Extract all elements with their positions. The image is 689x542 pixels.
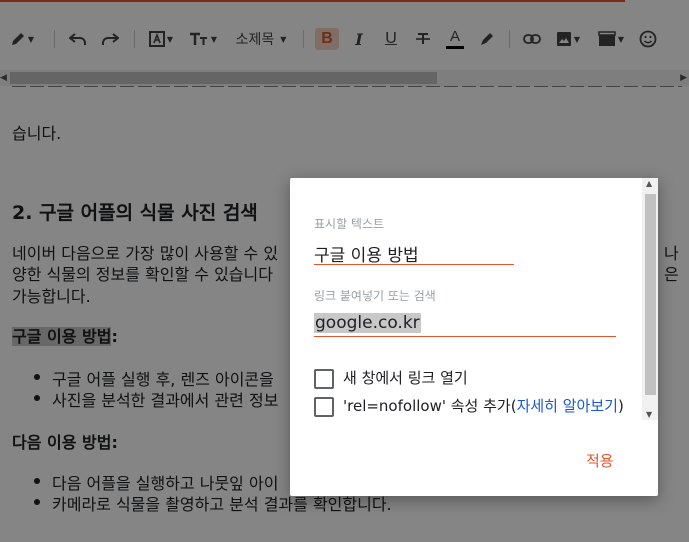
learn-more-link[interactable]: 자세히 알아보기 xyxy=(517,397,618,415)
url-underline xyxy=(314,336,616,337)
display-text-input[interactable]: 구글 이용 방법 xyxy=(314,241,419,266)
new-window-checkbox[interactable] xyxy=(314,369,334,389)
url-value: google.co.kr xyxy=(314,313,421,333)
new-window-label[interactable]: 새 창에서 링크 열기 xyxy=(343,367,468,388)
url-label: 링크 붙여넣기 또는 검색 xyxy=(314,289,436,303)
link-dialog: 표시할 텍스트 구글 이용 방법 링크 붙여넣기 또는 검색 google.co… xyxy=(290,178,658,496)
display-text-underline xyxy=(314,264,514,265)
url-input[interactable]: google.co.kr xyxy=(314,313,421,333)
scroll-up-arrow-icon[interactable]: ▲ xyxy=(646,179,652,188)
scroll-down-arrow-icon[interactable]: ▼ xyxy=(646,410,652,419)
display-text-label: 표시할 텍스트 xyxy=(314,217,385,231)
dialog-scrollbar-thumb[interactable] xyxy=(645,194,656,395)
nofollow-label[interactable]: 'rel=nofollow' 속성 추가(자세히 알아보기) xyxy=(343,395,624,416)
dialog-scrollbar[interactable]: ▲ ▼ xyxy=(642,178,658,420)
nofollow-checkbox[interactable] xyxy=(314,397,334,417)
apply-button[interactable]: 적용 xyxy=(586,450,614,471)
